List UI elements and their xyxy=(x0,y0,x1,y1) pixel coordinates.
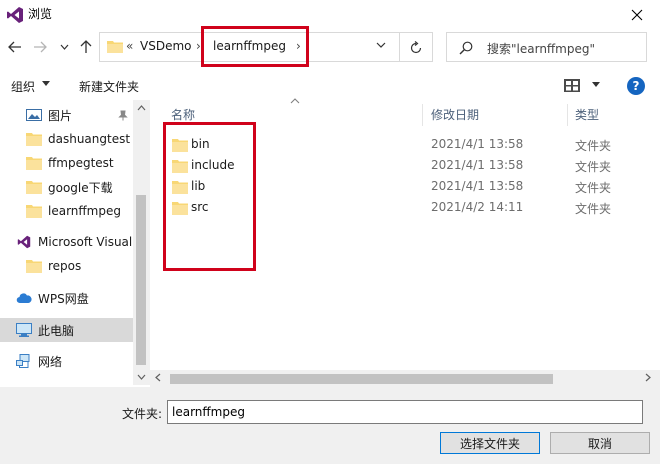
folder-icon xyxy=(172,181,188,194)
search-icon xyxy=(459,41,473,55)
file-name: src xyxy=(191,200,209,214)
scroll-left-icon[interactable] xyxy=(155,373,161,382)
folder-icon xyxy=(26,181,42,194)
pin-icon xyxy=(118,110,128,121)
file-date: 2021/4/1 13:58 xyxy=(431,179,524,193)
address-bar[interactable]: « VSDemo › learnffmpeg › xyxy=(99,32,433,62)
arrow-up-icon xyxy=(80,40,92,53)
title-bar: 浏览 xyxy=(0,0,660,30)
file-type: 文件夹 xyxy=(575,139,612,153)
help-button[interactable]: ? xyxy=(627,77,645,95)
arrow-left-icon xyxy=(8,41,21,53)
close-button[interactable] xyxy=(614,0,660,30)
nav-item-learnffmpeg[interactable]: learnffmpeg xyxy=(0,199,133,223)
visual-studio-icon xyxy=(17,235,31,249)
breadcrumb-separator[interactable]: › xyxy=(296,39,301,53)
scroll-right-icon[interactable] xyxy=(645,373,651,382)
nav-item-google-download[interactable]: google下载 xyxy=(0,175,133,199)
file-type: 文件夹 xyxy=(575,181,612,195)
close-icon xyxy=(631,9,643,21)
folder-label: 文件夹: xyxy=(122,407,163,421)
nav-item-microsoft-visual[interactable]: Microsoft Visual xyxy=(0,230,133,254)
nav-item-network[interactable]: 网络 xyxy=(0,349,133,373)
file-type: 文件夹 xyxy=(575,160,612,174)
refresh-button[interactable] xyxy=(399,33,432,61)
nav-item-pictures[interactable]: 图片 xyxy=(0,103,133,127)
file-row[interactable]: src 2021/4/2 14:11 文件夹 xyxy=(150,198,660,219)
folder-icon xyxy=(26,157,42,170)
folder-icon xyxy=(26,133,42,146)
back-button[interactable] xyxy=(6,38,24,56)
caret-down-icon[interactable] xyxy=(42,81,50,86)
breadcrumb-learnffmpeg[interactable]: learnffmpeg xyxy=(213,39,286,53)
nav-item-dashuangtest[interactable]: dashuangtest xyxy=(0,127,133,151)
breadcrumb-separator[interactable]: › xyxy=(196,39,201,53)
window-title: 浏览 xyxy=(28,7,53,21)
file-row[interactable]: include 2021/4/1 13:58 文件夹 xyxy=(150,156,660,177)
arrow-right-icon xyxy=(34,41,47,53)
sort-ascending-icon xyxy=(290,98,300,104)
recent-locations-button[interactable] xyxy=(55,38,73,56)
toolbar: 组织 新建文件夹 ? xyxy=(0,70,660,100)
folder-icon xyxy=(26,205,42,218)
file-row[interactable]: lib 2021/4/1 13:58 文件夹 xyxy=(150,177,660,198)
search-placeholder: 搜索"learnffmpeg" xyxy=(487,42,596,56)
scrollbar-thumb[interactable] xyxy=(136,195,146,365)
up-button[interactable] xyxy=(77,38,95,56)
file-name: bin xyxy=(191,137,210,151)
select-folder-button[interactable]: 选择文件夹 xyxy=(440,432,540,454)
folder-icon xyxy=(26,260,42,273)
cancel-button[interactable]: 取消 xyxy=(550,432,650,454)
organize-button[interactable]: 组织 xyxy=(11,78,35,95)
file-name: lib xyxy=(191,179,206,193)
refresh-icon xyxy=(410,40,422,53)
folder-icon xyxy=(172,139,188,152)
computer-icon xyxy=(16,323,32,337)
file-type: 文件夹 xyxy=(575,202,612,216)
navigation-pane: 图片 dashuangtest ffmpegtest google下载 lear… xyxy=(0,100,133,385)
file-date: 2021/4/1 13:58 xyxy=(431,158,524,172)
folder-icon xyxy=(172,202,188,215)
breadcrumb-overflow[interactable]: « xyxy=(126,39,133,53)
new-folder-button[interactable]: 新建文件夹 xyxy=(79,78,139,95)
nav-item-repos[interactable]: repos xyxy=(0,254,133,278)
folder-icon xyxy=(107,41,123,53)
file-name: include xyxy=(191,158,235,172)
scrollbar-thumb[interactable] xyxy=(170,374,553,384)
pictures-icon xyxy=(26,109,42,121)
horizontal-scrollbar[interactable] xyxy=(150,370,660,387)
scroll-up-icon[interactable] xyxy=(137,105,146,111)
visual-studio-icon xyxy=(7,7,23,23)
forward-button[interactable] xyxy=(31,38,49,56)
chevron-down-icon[interactable] xyxy=(376,42,386,48)
search-input[interactable]: 搜索"learnffmpeg" xyxy=(446,32,647,62)
column-separator[interactable] xyxy=(567,104,568,126)
caret-down-icon[interactable] xyxy=(592,82,600,87)
nav-item-this-pc[interactable]: 此电脑 xyxy=(0,318,133,342)
breadcrumb-vsdemo[interactable]: VSDemo xyxy=(140,39,191,53)
scroll-down-icon[interactable] xyxy=(137,374,146,380)
column-header-date[interactable]: 修改日期 xyxy=(431,106,479,126)
cloud-icon xyxy=(16,293,32,304)
nav-item-ffmpegtest[interactable]: ffmpegtest xyxy=(0,151,133,175)
file-date: 2021/4/1 13:58 xyxy=(431,137,524,151)
view-options-icon[interactable] xyxy=(564,79,580,92)
column-header-type[interactable]: 类型 xyxy=(575,106,599,126)
folder-name-input[interactable] xyxy=(167,400,643,424)
column-separator[interactable] xyxy=(422,104,423,126)
chevron-down-icon xyxy=(60,44,68,50)
column-header-name[interactable]: 名称 xyxy=(171,106,195,126)
network-icon xyxy=(16,354,30,368)
file-list: 名称 修改日期 类型 bin 2021/4/1 13:58 文件夹 includ… xyxy=(150,98,660,385)
nav-item-wps-cloud[interactable]: WPS网盘 xyxy=(0,286,133,310)
folder-icon xyxy=(172,160,188,173)
file-date: 2021/4/2 14:11 xyxy=(431,200,524,214)
file-row[interactable]: bin 2021/4/1 13:58 文件夹 xyxy=(150,135,660,156)
nav-scrollbar[interactable] xyxy=(133,100,150,385)
dialog-footer: 文件夹: 选择文件夹 取消 xyxy=(0,387,660,464)
